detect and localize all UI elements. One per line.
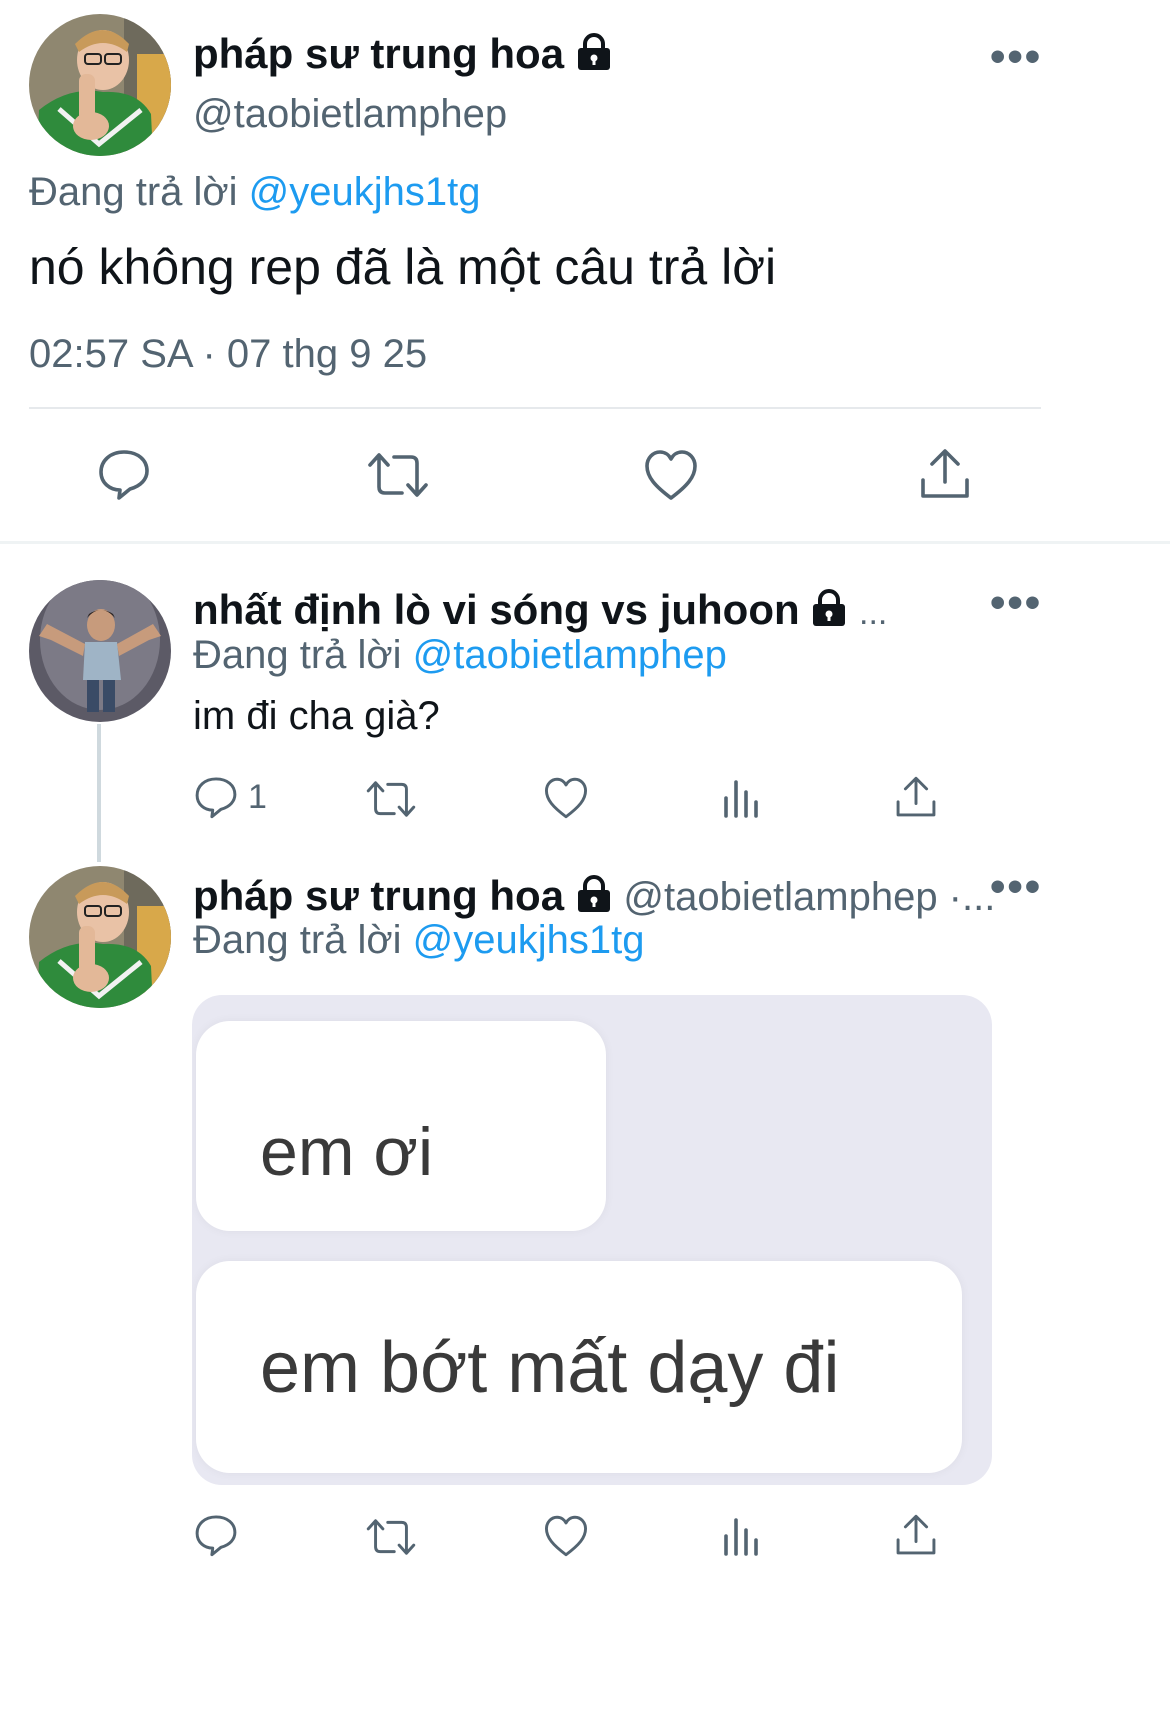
replying-prefix: Đang trả lời xyxy=(193,633,402,677)
replying-to: Đang trả lời @taobietlamphep xyxy=(193,633,727,678)
replying-prefix: Đang trả lời xyxy=(29,170,238,214)
chat-bubble-text: em ơi xyxy=(260,1114,434,1190)
tweet-text: nó không rep đã là một câu trả lời xyxy=(29,239,777,295)
replying-prefix: Đang trả lời xyxy=(193,918,402,962)
share-icon[interactable] xyxy=(894,1512,938,1558)
replying-to: Đang trả lời @yeukjhs1tg xyxy=(193,918,645,963)
analytics-icon[interactable] xyxy=(720,778,764,820)
share-icon[interactable] xyxy=(918,446,972,502)
thread-line xyxy=(97,724,101,862)
like-icon[interactable] xyxy=(543,776,589,820)
avatar[interactable] xyxy=(29,14,171,156)
more-options-icon[interactable]: ••• xyxy=(990,32,1042,82)
reply-count: 1 xyxy=(248,778,267,816)
mention-link[interactable]: @yeukjhs1tg xyxy=(413,918,645,962)
mention-link[interactable]: @taobietlamphep xyxy=(413,633,727,677)
handle[interactable]: @taobietlamphep ·... xyxy=(623,875,995,919)
lock-icon xyxy=(576,874,612,923)
section-divider xyxy=(0,541,1170,544)
retweet-icon[interactable] xyxy=(365,776,417,822)
divider xyxy=(29,407,1041,409)
display-name[interactable]: pháp sư trung hoa xyxy=(193,30,564,77)
avatar[interactable] xyxy=(29,866,171,1008)
lock-icon xyxy=(576,32,612,81)
display-name[interactable]: pháp sư trung hoa xyxy=(193,872,564,919)
reply-icon[interactable] xyxy=(96,446,152,502)
reply-icon[interactable] xyxy=(193,774,239,820)
more-options-icon[interactable]: ••• xyxy=(990,578,1042,628)
display-name[interactable]: nhất định lò vi sóng vs juhoon xyxy=(193,586,800,633)
chat-bubble: em ơi xyxy=(196,1021,606,1231)
share-icon[interactable] xyxy=(894,774,938,820)
like-icon[interactable] xyxy=(643,448,699,502)
truncation-ellipsis: ... xyxy=(859,594,888,632)
more-options-icon[interactable]: ••• xyxy=(990,862,1042,912)
reply-icon[interactable] xyxy=(193,1512,239,1558)
analytics-icon[interactable] xyxy=(720,1516,764,1558)
retweet-icon[interactable] xyxy=(366,447,430,503)
chat-bubble: em bớt mất dạy đi xyxy=(196,1261,962,1473)
replying-to: Đang trả lời @yeukjhs1tg xyxy=(29,170,481,215)
retweet-icon[interactable] xyxy=(365,1514,417,1560)
lock-icon xyxy=(811,588,847,637)
media-image[interactable]: em ơi em bớt mất dạy đi xyxy=(192,995,992,1485)
handle[interactable]: @taobietlamphep xyxy=(193,92,507,137)
timestamp[interactable]: 02:57 SA · 07 thg 9 25 xyxy=(29,332,427,377)
like-icon[interactable] xyxy=(543,1514,589,1558)
avatar[interactable] xyxy=(29,580,171,722)
chat-bubble-text: em bớt mất dạy đi xyxy=(260,1328,840,1408)
tweet-text: im đi cha già? xyxy=(193,694,440,738)
mention-link[interactable]: @yeukjhs1tg xyxy=(249,170,481,214)
